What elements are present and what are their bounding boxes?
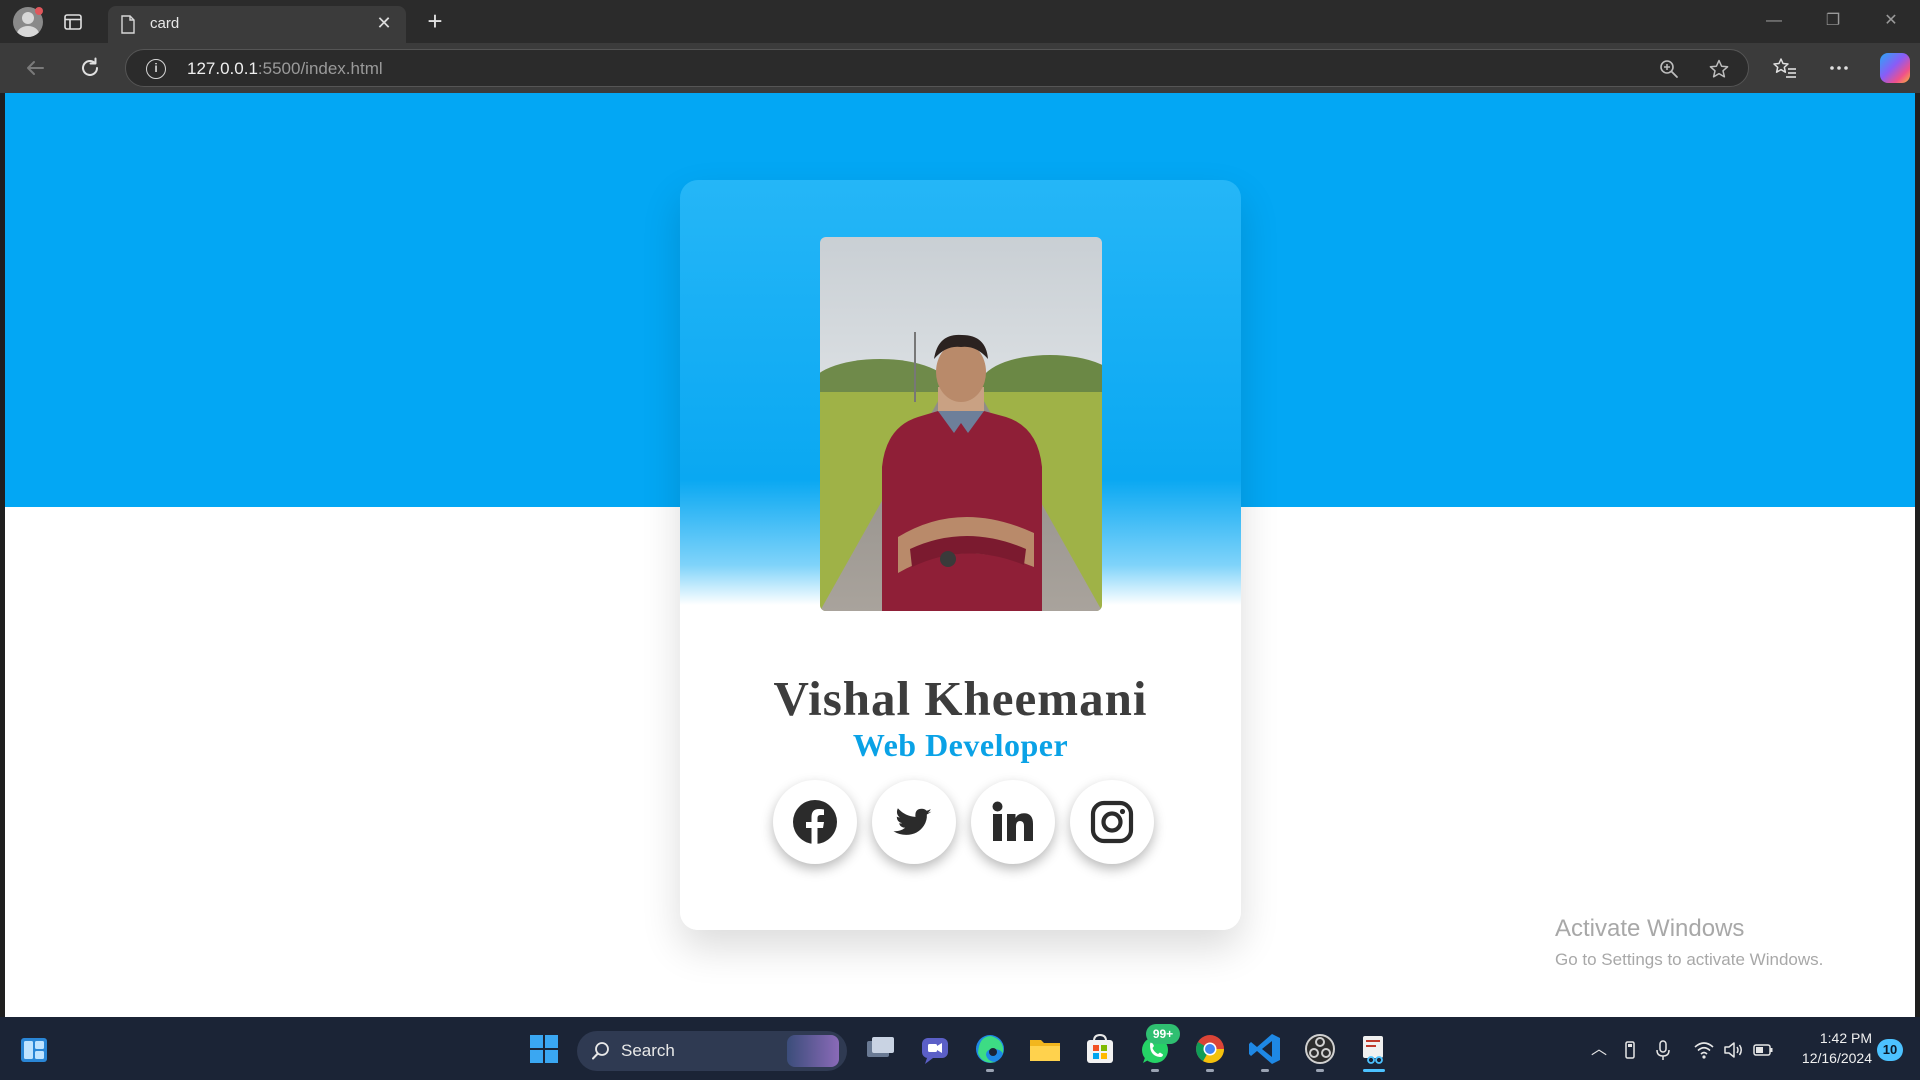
browser-toolbar: i 127.0.0.1:5500/index.html — [0, 43, 1920, 93]
back-icon[interactable] — [22, 55, 48, 81]
tab-title: card — [150, 15, 180, 32]
linkedin-icon — [992, 801, 1033, 841]
taskbar: Search 99+ ︿ 1:42 PM 12/16/2024 10 — [0, 1017, 1920, 1080]
task-view-icon[interactable] — [860, 1029, 900, 1069]
facebook-icon — [793, 800, 837, 844]
info-icon[interactable]: i — [146, 59, 166, 79]
instagram-icon — [1090, 800, 1134, 844]
start-icon[interactable] — [524, 1029, 564, 1069]
more-icon[interactable] — [1826, 55, 1852, 81]
file-explorer-icon[interactable] — [1025, 1029, 1065, 1069]
teams-chat-icon[interactable] — [915, 1029, 955, 1069]
search-highlight-image — [787, 1035, 839, 1067]
clock-time: 1:42 PM — [1819, 1030, 1872, 1046]
widgets-icon[interactable] — [20, 1037, 48, 1063]
close-tab-icon[interactable]: ✕ — [374, 13, 394, 33]
edge-running-indicator — [986, 1069, 994, 1072]
edge-icon[interactable] — [970, 1029, 1010, 1069]
twitter-icon — [893, 808, 932, 835]
taskbar-search[interactable]: Search — [577, 1031, 847, 1071]
profile-name: Vishal Kheemani — [773, 671, 1148, 726]
zoom-icon[interactable] — [1658, 58, 1680, 80]
search-label: Search — [621, 1041, 675, 1060]
notification-count-badge[interactable]: 10 — [1877, 1039, 1903, 1061]
url-text[interactable]: 127.0.0.1:5500/index.html — [187, 59, 383, 79]
twitter-link[interactable] — [872, 780, 956, 864]
whatsapp-running-indicator — [1151, 1069, 1159, 1072]
star-icon[interactable] — [1708, 58, 1730, 80]
activate-title: Activate Windows — [1555, 915, 1745, 942]
address-bar[interactable]: i 127.0.0.1:5500/index.html — [125, 49, 1749, 87]
store-icon[interactable] — [1080, 1029, 1120, 1069]
wifi-icon[interactable] — [1693, 1039, 1715, 1061]
tab-bar: card ✕ + — ❐ ✕ — [0, 0, 1920, 43]
chrome-icon[interactable] — [1190, 1029, 1230, 1069]
new-tab-icon[interactable]: + — [422, 8, 448, 34]
close-window-icon[interactable]: ✕ — [1880, 10, 1902, 32]
search-icon — [592, 1042, 609, 1060]
whatsapp-badge: 99+ — [1146, 1024, 1180, 1044]
clock-date: 12/16/2024 — [1801, 1050, 1872, 1066]
profile-status-dot — [35, 7, 43, 15]
usb-icon[interactable] — [1619, 1039, 1641, 1061]
page-viewport: Vishal Kheemani Web Developer Activate W… — [5, 93, 1915, 1017]
microphone-icon[interactable] — [1652, 1039, 1674, 1061]
active-app-indicator — [1363, 1069, 1385, 1072]
profile-photo — [820, 237, 1102, 611]
tab-card[interactable]: card ✕ — [108, 6, 406, 43]
activate-windows-watermark: Activate Windows Go to Settings to activ… — [1555, 915, 1823, 970]
profile-role: Web Developer — [852, 727, 1069, 763]
minimize-icon[interactable]: — — [1763, 10, 1785, 32]
copilot-icon[interactable] — [1880, 53, 1910, 83]
tab-actions-icon[interactable] — [62, 11, 84, 33]
activate-subtitle: Go to Settings to activate Windows. — [1555, 950, 1824, 969]
favorites-icon[interactable] — [1772, 55, 1798, 81]
refresh-icon[interactable] — [77, 55, 103, 81]
profile-card: Vishal Kheemani Web Developer — [680, 180, 1241, 930]
social-links — [773, 780, 1163, 870]
restore-icon[interactable]: ❐ — [1822, 10, 1844, 32]
chrome-running-indicator — [1206, 1069, 1214, 1072]
snipping-tool-icon[interactable] — [1354, 1029, 1394, 1069]
obs-icon[interactable] — [1300, 1029, 1340, 1069]
chevron-up-icon[interactable]: ︿ — [1588, 1039, 1610, 1061]
system-clock[interactable]: 1:42 PM 12/16/2024 — [1792, 1028, 1872, 1068]
instagram-link[interactable] — [1070, 780, 1154, 864]
vscode-running-indicator — [1261, 1069, 1269, 1072]
volume-icon[interactable] — [1722, 1039, 1744, 1061]
facebook-link[interactable] — [773, 780, 857, 864]
battery-icon[interactable] — [1752, 1039, 1774, 1061]
linkedin-link[interactable] — [971, 780, 1055, 864]
page-icon — [121, 15, 135, 34]
vscode-icon[interactable] — [1245, 1029, 1285, 1069]
obs-running-indicator — [1316, 1069, 1324, 1072]
